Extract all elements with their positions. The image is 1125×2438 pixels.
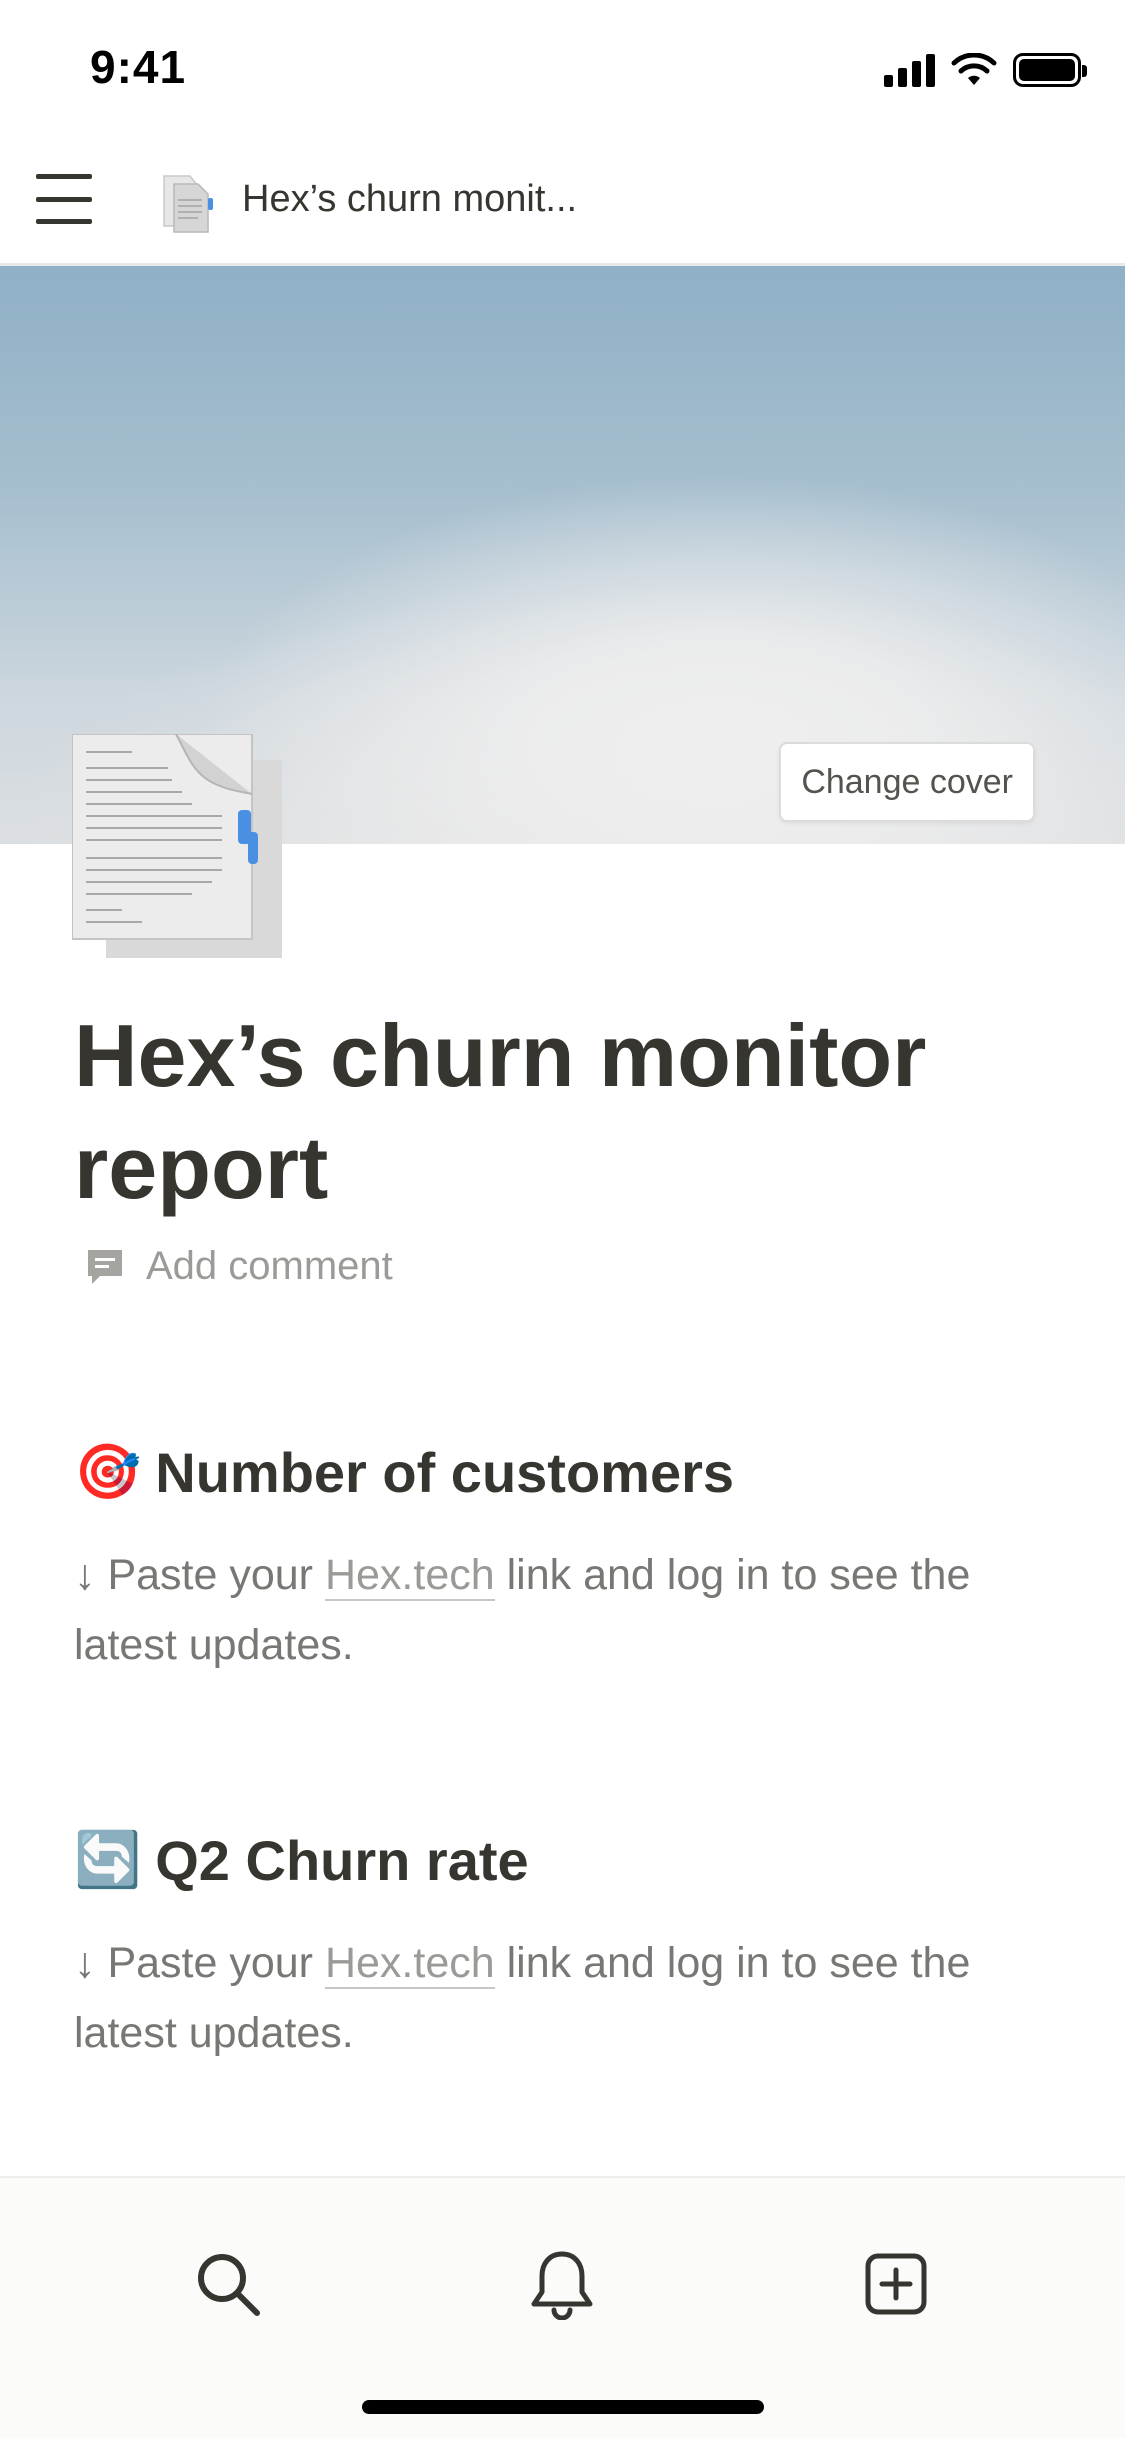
status-icons (884, 50, 1087, 90)
status-bar: 9:41 (0, 0, 1125, 132)
add-comment-button[interactable]: Add comment (84, 1244, 393, 1289)
change-cover-button[interactable]: Change cover (779, 742, 1035, 822)
battery-icon (1013, 53, 1087, 87)
add-comment-label: Add comment (146, 1244, 393, 1288)
wifi-icon (951, 53, 997, 85)
section-heading-text: Q2 Churn rate (155, 1829, 529, 1892)
hex-tech-link[interactable]: Hex.tech (324, 1939, 495, 1989)
notifications-tab-button[interactable] (522, 2244, 602, 2324)
bottom-tab-bar (0, 2176, 1125, 2438)
paragraph-text: ↓ Paste your (74, 1939, 325, 1987)
paragraph-text: ↓ Paste your (74, 1551, 325, 1599)
search-icon (198, 2254, 260, 2316)
section-heading-number-of-customers[interactable]: 🎯 Number of customers (74, 1440, 734, 1505)
hex-tech-link[interactable]: Hex.tech (324, 1551, 495, 1601)
top-navigation: Hex’s churn monit... (0, 132, 1125, 266)
status-time: 9:41 (90, 41, 187, 93)
document-page-icon-large[interactable] (72, 734, 282, 958)
search-tab-button[interactable] (188, 2244, 268, 2324)
app-screen: 9:41 Hex’s churn monit... Change cover H… (0, 0, 1125, 2438)
comment-icon (88, 1249, 122, 1284)
bell-icon (531, 2251, 593, 2320)
nav-page-title[interactable]: Hex’s churn monit... (242, 178, 577, 221)
section-heading-q2-churn-rate[interactable]: 🔄 Q2 Churn rate (74, 1828, 529, 1893)
page-title[interactable]: Hex’s churn monitor report (74, 1000, 1054, 1224)
add-page-icon (865, 2253, 927, 2315)
document-page-icon (163, 175, 213, 233)
section-heading-text: Number of customers (155, 1441, 735, 1504)
hamburger-menu-icon[interactable] (36, 174, 92, 224)
target-emoji-icon: 🎯 (74, 1442, 142, 1502)
cellular-signal-icon (884, 53, 935, 87)
home-indicator[interactable] (362, 2400, 764, 2414)
section-paragraph[interactable]: ↓ Paste your Hex.tech link and log in to… (74, 1928, 1034, 2068)
section-paragraph[interactable]: ↓ Paste your Hex.tech link and log in to… (74, 1540, 1034, 1680)
new-page-tab-button[interactable] (856, 2244, 936, 2324)
repeat-emoji-icon: 🔄 (74, 1830, 142, 1890)
